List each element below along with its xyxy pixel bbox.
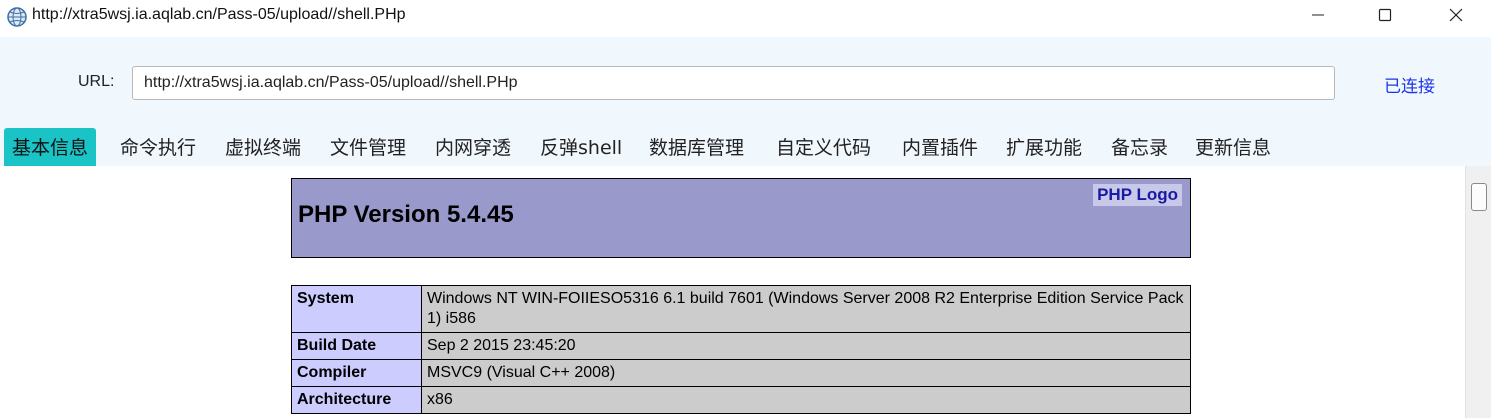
connection-status-link[interactable]: 已连接 bbox=[1384, 72, 1435, 97]
php-version-header: PHP Version 5.4.45 PHP Logo bbox=[291, 178, 1191, 258]
row-value: MSVC9 (Visual C++ 2008) bbox=[421, 359, 1191, 387]
tab-extensions[interactable]: 扩展功能 bbox=[998, 128, 1090, 166]
url-input[interactable] bbox=[132, 66, 1335, 100]
php-logo-link[interactable]: PHP Logo bbox=[1093, 184, 1182, 206]
tab-file-manager[interactable]: 文件管理 bbox=[322, 128, 414, 166]
window-titlebar: http://xtra5wsj.ia.aqlab.cn/Pass-05/uplo… bbox=[0, 0, 1491, 32]
tab-virtual-terminal[interactable]: 虚拟终端 bbox=[217, 128, 309, 166]
globe-app-icon bbox=[6, 6, 28, 28]
phpinfo-panel: PHP Version 5.4.45 PHP Logo System Windo… bbox=[0, 166, 1465, 418]
tab-custom-code[interactable]: 自定义代码 bbox=[768, 128, 879, 166]
tab-reverse-shell[interactable]: 反弹shell bbox=[532, 128, 630, 166]
phpinfo-table: System Windows NT WIN-FOIIESO5316 6.1 bu… bbox=[291, 285, 1191, 414]
row-value: x86 bbox=[421, 386, 1191, 414]
tab-bar: 基本信息 命令执行 虚拟终端 文件管理 内网穿透 反弹shell 数据库管理 自… bbox=[0, 128, 1491, 166]
maximize-icon bbox=[1378, 7, 1392, 26]
table-row: System Windows NT WIN-FOIIESO5316 6.1 bu… bbox=[291, 285, 1191, 333]
tab-database-manager[interactable]: 数据库管理 bbox=[641, 128, 752, 166]
table-row: Architecture x86 bbox=[291, 386, 1191, 414]
row-value: Sep 2 2015 23:45:20 bbox=[421, 332, 1191, 360]
row-key: Build Date bbox=[291, 332, 422, 360]
minimize-button[interactable] bbox=[1290, 0, 1346, 32]
table-row: Build Date Sep 2 2015 23:45:20 bbox=[291, 332, 1191, 360]
tab-basic-info[interactable]: 基本信息 bbox=[4, 128, 97, 166]
url-label: URL: bbox=[78, 73, 115, 90]
tab-update-info[interactable]: 更新信息 bbox=[1187, 128, 1279, 166]
window-title: http://xtra5wsj.ia.aqlab.cn/Pass-05/uplo… bbox=[32, 6, 406, 23]
row-value: Windows NT WIN-FOIIESO5316 6.1 build 760… bbox=[421, 285, 1191, 333]
row-key: System bbox=[291, 285, 422, 333]
tab-intranet-tunnel[interactable]: 内网穿透 bbox=[427, 128, 519, 166]
tab-memo[interactable]: 备忘录 bbox=[1103, 128, 1176, 166]
minimize-icon bbox=[1311, 7, 1325, 26]
tab-command-exec[interactable]: 命令执行 bbox=[112, 128, 204, 166]
row-key: Architecture bbox=[291, 386, 422, 414]
vertical-scrollbar[interactable] bbox=[1465, 166, 1491, 418]
scrollbar-thumb[interactable] bbox=[1471, 183, 1487, 211]
url-toolbar: URL: 已连接 bbox=[0, 37, 1491, 128]
maximize-button[interactable] bbox=[1357, 0, 1413, 32]
close-button[interactable] bbox=[1428, 0, 1484, 32]
php-version-title: PHP Version 5.4.45 bbox=[298, 201, 514, 228]
table-row: Compiler MSVC9 (Visual C++ 2008) bbox=[291, 359, 1191, 387]
close-icon bbox=[1449, 7, 1463, 26]
row-key: Compiler bbox=[291, 359, 422, 387]
tab-builtin-plugins[interactable]: 内置插件 bbox=[894, 128, 986, 166]
